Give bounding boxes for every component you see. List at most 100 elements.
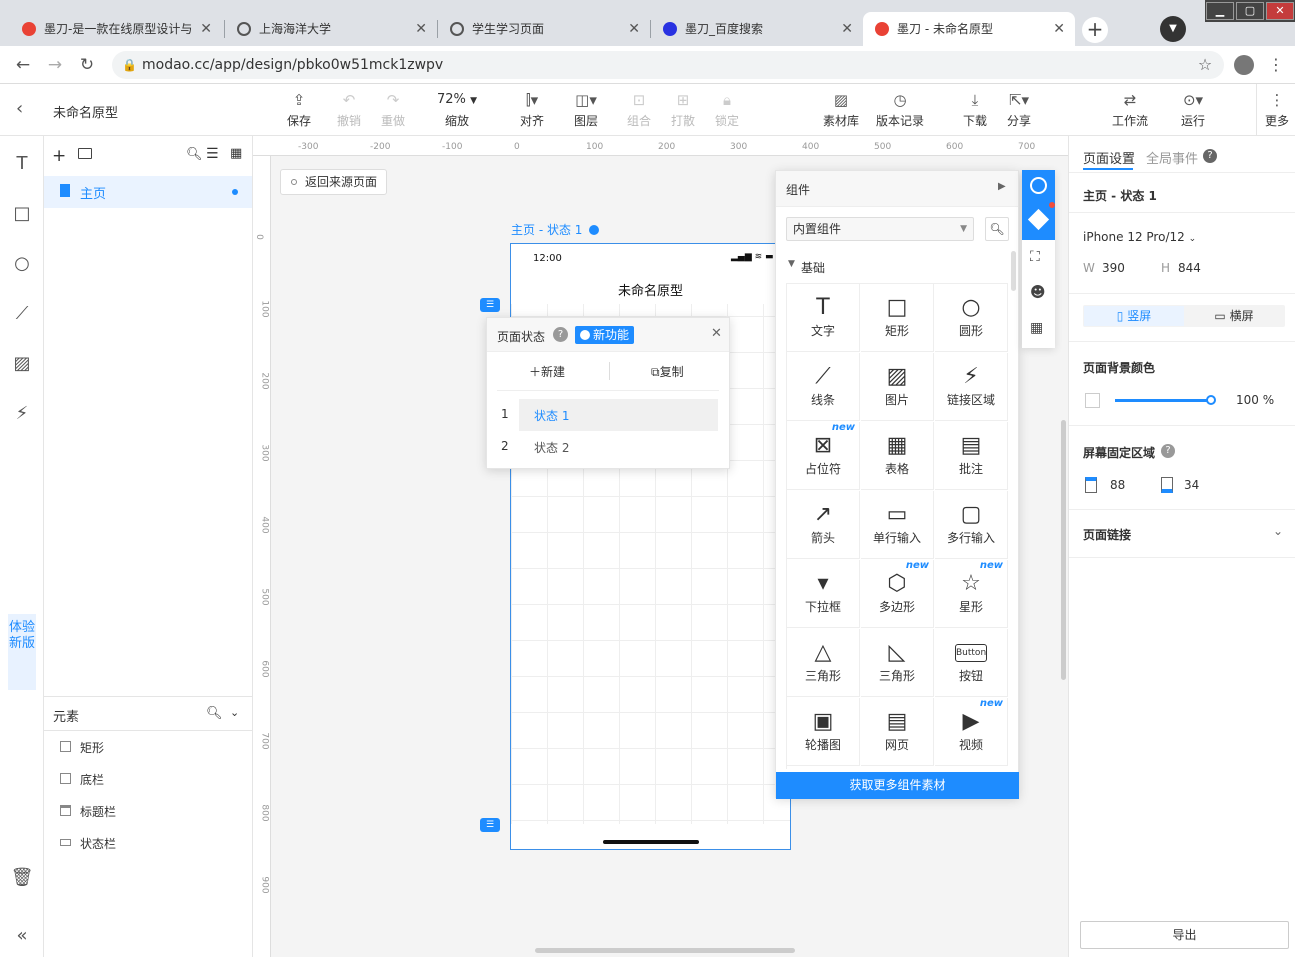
element-item[interactable]: 状态栏 bbox=[80, 835, 116, 852]
close-icon[interactable]: ✕ bbox=[711, 326, 722, 341]
component-item[interactable]: ◺ 三角形 bbox=[861, 629, 934, 697]
workflow-button[interactable]: ⇄ 工作流 bbox=[1108, 90, 1152, 129]
fixed-top-value[interactable]: 88 bbox=[1110, 478, 1125, 492]
circle-tool-icon[interactable]: ○ bbox=[10, 252, 34, 276]
opacity-slider-track[interactable] bbox=[1115, 399, 1211, 402]
close-tab-icon[interactable]: ✕ bbox=[628, 12, 640, 46]
forward-arrow-icon[interactable]: → bbox=[42, 52, 68, 78]
component-item[interactable]: △ 三角形 bbox=[787, 629, 860, 697]
close-tab-icon[interactable]: ✕ bbox=[415, 12, 427, 46]
save-button[interactable]: ⇪ 保存 bbox=[277, 90, 321, 129]
export-button[interactable]: 导出 bbox=[1080, 921, 1289, 949]
zoom-control[interactable]: 72% ▼ 缩放 bbox=[430, 90, 484, 129]
browser-menu-icon[interactable]: ⋮ bbox=[1268, 52, 1284, 78]
target-icon[interactable] bbox=[1030, 177, 1047, 194]
browser-tab-5-active[interactable]: 墨刀 - 未命名原型 ✕ bbox=[863, 12, 1075, 46]
folder-icon[interactable] bbox=[78, 148, 92, 159]
width-value[interactable]: 390 bbox=[1102, 261, 1125, 275]
component-item[interactable]: ▤ 批注 bbox=[935, 422, 1008, 490]
fixed-bottom-marker-icon[interactable]: ☰ bbox=[480, 818, 500, 832]
align-button[interactable]: ⫿▾ 对齐 bbox=[510, 90, 554, 129]
component-item[interactable]: ▢ 多行输入 bbox=[935, 491, 1008, 559]
component-item[interactable]: Button 按钮 bbox=[935, 629, 1008, 697]
undo-button[interactable]: ↶ 撤销 bbox=[327, 90, 371, 129]
url-bar[interactable]: 🔒 modao.cc/app/design/pbko0w51mck1zwpv bbox=[112, 51, 1224, 79]
component-item[interactable]: ⟋ 线条 bbox=[787, 353, 860, 421]
component-item[interactable]: ▾ 下拉框 bbox=[787, 560, 860, 628]
scrollbar[interactable] bbox=[1011, 251, 1016, 291]
fixed-top-marker-icon[interactable]: ☰ bbox=[480, 298, 500, 312]
device-select[interactable]: iPhone 12 Pro/12 ⌄ bbox=[1083, 230, 1196, 244]
canvas-vertical-scrollbar[interactable] bbox=[1061, 420, 1066, 680]
profile-avatar-icon[interactable] bbox=[1234, 55, 1254, 75]
sort-list-icon[interactable]: ☰ bbox=[206, 146, 219, 162]
maximize-icon[interactable]: ▢ bbox=[1236, 2, 1264, 20]
component-item[interactable]: T 文字 bbox=[787, 284, 860, 352]
new-feature-badge[interactable]: 新功能 bbox=[575, 326, 635, 344]
back-to-source-button[interactable]: 返回来源页面 bbox=[280, 169, 387, 195]
copy-state-button[interactable]: ⧉复制 bbox=[651, 363, 684, 380]
scan-icon[interactable]: ⛶ bbox=[1030, 249, 1040, 265]
bookmark-star-icon[interactable]: ☆ bbox=[1194, 52, 1216, 78]
help-icon[interactable]: ? bbox=[1161, 444, 1175, 458]
help-icon[interactable]: ? bbox=[553, 327, 568, 342]
minimize-icon[interactable]: ▁ bbox=[1206, 2, 1234, 20]
search-icon[interactable]: 🔍︎ bbox=[985, 217, 1009, 241]
component-item[interactable]: □ 矩形 bbox=[861, 284, 934, 352]
download-button[interactable]: ⤓ 下载 bbox=[953, 90, 997, 129]
help-icon[interactable]: ? bbox=[1203, 149, 1217, 163]
component-item[interactable]: ▨ 图片 bbox=[861, 353, 934, 421]
component-item[interactable]: ▣ 轮播图 bbox=[787, 698, 860, 766]
rectangle-tool-icon[interactable]: □ bbox=[10, 202, 34, 226]
layer-button[interactable]: ◫▾ 图层 bbox=[564, 90, 608, 129]
collapse-panel-icon[interactable]: « bbox=[10, 924, 34, 948]
close-tab-icon[interactable]: ✕ bbox=[200, 12, 212, 46]
browser-tab-1[interactable]: 墨刀-是一款在线原型设计与 ✕ bbox=[10, 12, 222, 46]
bg-color-swatch[interactable] bbox=[1085, 393, 1100, 408]
opacity-value[interactable]: 100 % bbox=[1236, 393, 1274, 407]
new-state-button[interactable]: ＋新建 bbox=[529, 363, 565, 380]
element-item[interactable]: 底栏 bbox=[80, 771, 104, 788]
chevron-right-icon[interactable]: ▶ bbox=[998, 181, 1006, 192]
close-window-icon[interactable]: ✕ bbox=[1266, 2, 1294, 20]
run-button[interactable]: ⊙▾ 运行 bbox=[1171, 90, 1215, 129]
fixed-bottom-value[interactable]: 34 bbox=[1184, 478, 1199, 492]
emoji-icon[interactable]: ☻ bbox=[1030, 283, 1046, 301]
tab-search-icon[interactable]: ▼ bbox=[1160, 16, 1186, 42]
close-tab-icon[interactable]: ✕ bbox=[841, 12, 853, 46]
tab-page-settings[interactable]: 页面设置 bbox=[1083, 148, 1135, 167]
link-area-tool-icon[interactable]: ⚡ bbox=[10, 402, 34, 426]
caret-down-icon[interactable]: ▼ bbox=[788, 259, 795, 269]
line-tool-icon[interactable]: ⟋ bbox=[10, 302, 34, 326]
more-button[interactable]: ⋮ 更多 bbox=[1259, 90, 1295, 129]
component-item[interactable]: ⬡ 多边形 new bbox=[861, 560, 934, 628]
new-tab-button[interactable]: + bbox=[1082, 17, 1108, 43]
share-button[interactable]: ⇱▾ 分享 bbox=[997, 90, 1041, 129]
component-item[interactable]: ⊠ 占位符 new bbox=[787, 422, 860, 490]
frame-label[interactable]: 主页 - 状态 1 bbox=[511, 221, 600, 238]
back-arrow-icon[interactable]: ← bbox=[10, 52, 36, 78]
lock-button[interactable]: 🔒︎ 锁定 bbox=[705, 90, 749, 129]
component-item[interactable]: ↗ 箭头 bbox=[787, 491, 860, 559]
chevron-down-icon[interactable]: ⌄ bbox=[1273, 524, 1283, 538]
search-icon[interactable]: 🔍︎ bbox=[206, 706, 223, 721]
text-tool-icon[interactable]: T bbox=[10, 152, 34, 176]
grid-view-icon[interactable]: ▦ bbox=[230, 146, 242, 161]
project-title[interactable]: 未命名原型 bbox=[53, 102, 118, 121]
browser-tab-4[interactable]: 墨刀_百度搜索 ✕ bbox=[651, 12, 863, 46]
library-select[interactable]: 内置组件 ▼ bbox=[786, 217, 974, 241]
search-icon[interactable]: 🔍︎ bbox=[186, 147, 203, 162]
image-tool-icon[interactable]: ▨ bbox=[10, 352, 34, 376]
component-item[interactable]: ▭ 单行输入 bbox=[861, 491, 934, 559]
try-new-version-button[interactable]: 体验新版 bbox=[8, 614, 36, 690]
component-item[interactable]: ⚡ 链接区域 bbox=[935, 353, 1008, 421]
opacity-slider-handle[interactable] bbox=[1206, 395, 1216, 405]
layout-icon[interactable]: ▦ bbox=[1030, 320, 1043, 336]
browser-tab-2[interactable]: 上海海洋大学 ✕ bbox=[225, 12, 437, 46]
assets-button[interactable]: ▨ 素材库 bbox=[819, 90, 863, 129]
component-item[interactable]: ○ 圆形 bbox=[935, 284, 1008, 352]
history-button[interactable]: ◷ 版本记录 bbox=[870, 90, 930, 129]
element-item[interactable]: 矩形 bbox=[80, 739, 104, 756]
back-chevron-icon[interactable]: ‹ bbox=[16, 98, 23, 119]
reload-icon[interactable]: ↻ bbox=[74, 52, 100, 78]
